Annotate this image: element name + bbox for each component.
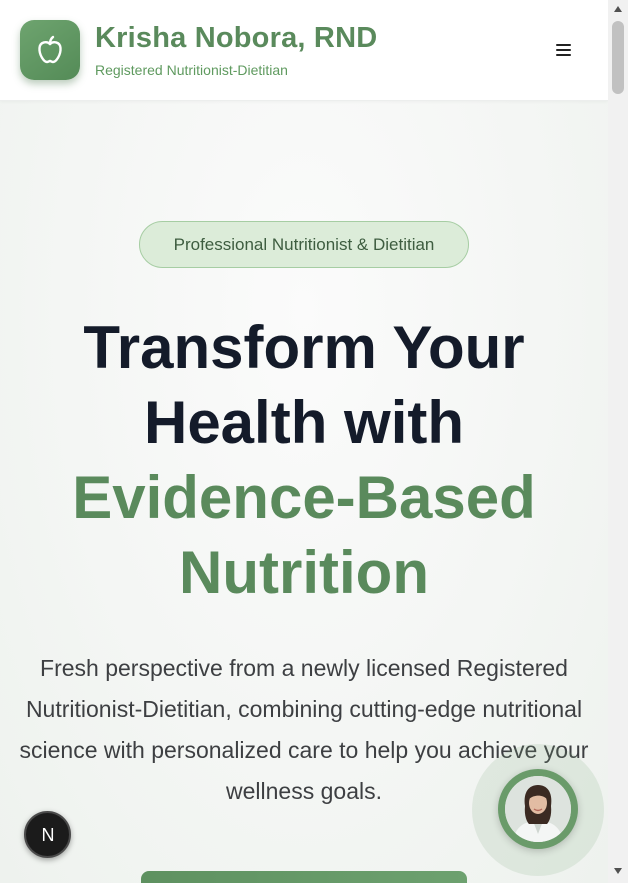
headline-line-3: Evidence-Based bbox=[72, 464, 536, 531]
cta-button[interactable] bbox=[141, 871, 467, 883]
headline-line-2: Health with bbox=[143, 389, 464, 456]
hero-headline: Transform Your Health with Evidence-Base… bbox=[0, 310, 608, 610]
headline-line-1: Transform Your bbox=[83, 314, 525, 381]
apple-icon bbox=[38, 35, 62, 64]
chat-widget-button[interactable] bbox=[498, 769, 578, 849]
svg-text:N: N bbox=[41, 825, 54, 845]
nutritionist-avatar bbox=[505, 776, 571, 842]
scrollbar-thumb[interactable] bbox=[612, 21, 624, 94]
site-header: Krisha Nobora, RND Registered Nutritioni… bbox=[0, 0, 608, 101]
page: Krisha Nobora, RND Registered Nutritioni… bbox=[0, 0, 608, 883]
hero-badge: Professional Nutritionist & Dietitian bbox=[139, 221, 469, 268]
brand-subtitle: Registered Nutritionist-Dietitian bbox=[95, 62, 288, 78]
scroll-down-arrow-icon[interactable] bbox=[612, 866, 624, 876]
n-logo-icon: N bbox=[41, 825, 54, 845]
scroll-up-arrow-icon[interactable] bbox=[612, 4, 624, 14]
dev-tools-badge[interactable]: N bbox=[24, 811, 71, 858]
headline-line-4: Nutrition bbox=[179, 539, 429, 606]
hamburger-menu-icon[interactable] bbox=[553, 41, 573, 59]
scrollbar[interactable] bbox=[608, 0, 628, 883]
logo[interactable] bbox=[20, 20, 80, 80]
brand-name[interactable]: Krisha Nobora, RND bbox=[95, 22, 377, 55]
